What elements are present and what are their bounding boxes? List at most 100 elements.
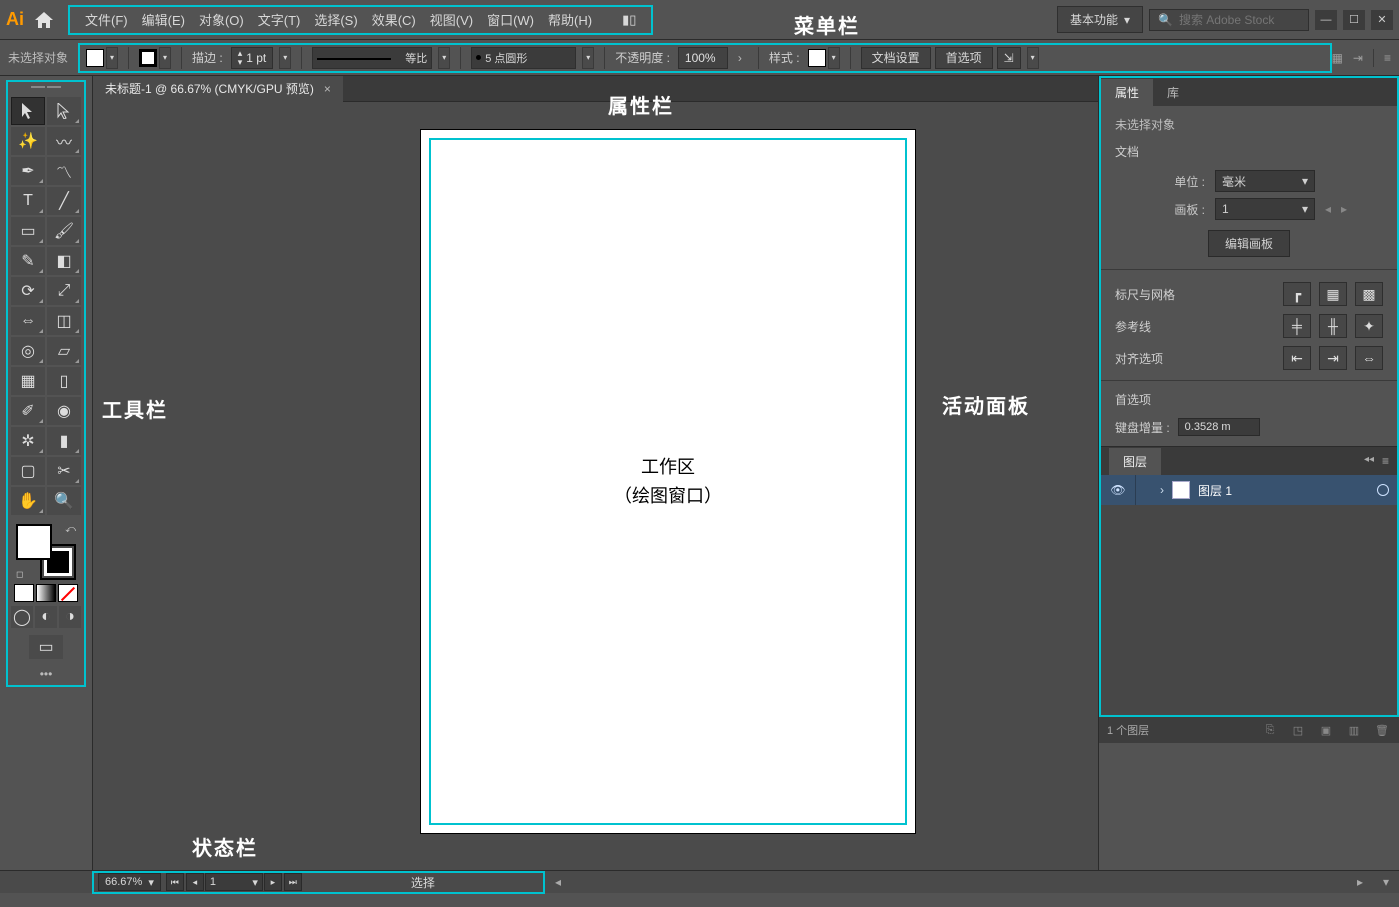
edit-artboard-button[interactable]: 编辑画板 [1208, 230, 1290, 257]
smart-guides-icon[interactable]: ✦ [1355, 314, 1383, 338]
menu-object[interactable]: 对象(O) [192, 10, 251, 29]
free-transform-tool[interactable]: ◫ [47, 307, 81, 335]
draw-behind-icon[interactable]: ◐ [35, 606, 57, 628]
color-mode-none[interactable] [58, 584, 78, 602]
eyedropper-tool[interactable]: ✐ [11, 397, 45, 425]
grid-icon[interactable]: ▦ [1319, 282, 1347, 306]
pen-tool[interactable]: ✒ [11, 157, 45, 185]
chevron-down-icon[interactable]: ▾ [828, 47, 840, 69]
line-segment-tool[interactable]: ╱ [47, 187, 81, 215]
draw-normal-icon[interactable]: ◯ [11, 606, 33, 628]
window-close-icon[interactable]: ✕ [1371, 10, 1393, 30]
selection-tool[interactable] [11, 97, 45, 125]
shaper-tool[interactable]: ✎ [11, 247, 45, 275]
color-mode-solid[interactable] [14, 584, 34, 602]
eraser-tool[interactable]: ◧ [47, 247, 81, 275]
window-minimize-icon[interactable]: — [1315, 10, 1337, 30]
panel-menu-icon[interactable]: ≡ [1382, 454, 1389, 468]
default-fill-stroke-icon[interactable]: ◻ [16, 569, 23, 580]
menu-type[interactable]: 文字(T) [251, 10, 308, 29]
chevron-down-icon[interactable]: ▾ [159, 47, 171, 69]
align-options-icon[interactable]: ⇥ [1353, 51, 1363, 65]
stroke-swatch[interactable]: ▾ [139, 47, 171, 69]
column-graph-tool[interactable]: ▮ [47, 427, 81, 455]
hand-tool[interactable]: ✋ [11, 487, 45, 515]
preferences-button[interactable]: 首选项 [935, 47, 993, 69]
menu-window[interactable]: 窗口(W) [480, 10, 541, 29]
shape-builder-tool[interactable]: ◎ [11, 337, 45, 365]
menu-file[interactable]: 文件(F) [78, 10, 135, 29]
perspective-grid-tool[interactable]: ▱ [47, 337, 81, 365]
doc-setup-button[interactable]: 文档设置 [861, 47, 931, 69]
rotate-tool[interactable]: ⟳ [11, 277, 45, 305]
workspace-switcher[interactable]: 基本功能 ▾ [1057, 6, 1143, 33]
new-layer-icon[interactable]: ▥ [1345, 721, 1363, 739]
opacity-field[interactable]: 100% [678, 47, 728, 69]
stock-search[interactable]: 🔍 [1149, 9, 1309, 31]
paintbrush-tool[interactable]: 🖌 [47, 217, 81, 245]
pin-icon[interactable]: ⇲ [997, 47, 1021, 69]
menu-edit[interactable]: 编辑(E) [135, 10, 192, 29]
symbol-sprayer-tool[interactable]: ✲ [11, 427, 45, 455]
align-icon[interactable]: ▦ [1332, 51, 1343, 65]
artboard-nav-dropdown[interactable]: 1▾ [205, 873, 263, 891]
new-sublayer-icon[interactable]: ▣ [1317, 721, 1335, 739]
menu-help[interactable]: 帮助(H) [541, 10, 599, 29]
chevron-down-icon[interactable]: ▾ [582, 47, 594, 69]
artboard[interactable]: 工作区 （绘图窗口） [421, 130, 915, 833]
visibility-icon[interactable]: 👁 [1109, 483, 1127, 497]
prev-artboard-icon[interactable]: ◂ [1325, 202, 1331, 216]
width-tool[interactable]: ⇔ [11, 307, 45, 335]
color-mode-gradient[interactable] [36, 584, 56, 602]
unit-dropdown[interactable]: 毫米▾ [1215, 170, 1315, 192]
layer-row[interactable]: 👁 › 图层 1 [1101, 475, 1397, 505]
list-icon[interactable]: ≡ [1384, 51, 1391, 65]
chevron-down-icon[interactable]: ▾ [438, 47, 450, 69]
screen-mode-icon[interactable]: ▭ [29, 635, 63, 659]
opacity-fly-icon[interactable]: › [738, 51, 742, 65]
chevron-down-icon[interactable]: ▾ [106, 47, 118, 69]
stepper-icon[interactable]: ▴▾ [238, 49, 243, 67]
fill-box[interactable] [16, 524, 52, 560]
zoom-tool[interactable]: 🔍 [47, 487, 81, 515]
fill-stroke-control[interactable]: ⤺ ◻ [16, 524, 76, 580]
panel-collapse-icon[interactable]: ◂◂ [1364, 454, 1374, 468]
transparency-grid-icon[interactable]: ▩ [1355, 282, 1383, 306]
swap-fill-stroke-icon[interactable]: ⤺ [65, 524, 76, 535]
guides-lock-icon[interactable]: ╫ [1319, 314, 1347, 338]
graphic-style-swatch[interactable]: ▾ [808, 47, 840, 69]
tab-layers[interactable]: 图层 [1109, 448, 1161, 475]
status-tool-label[interactable]: 选择 [303, 874, 543, 891]
ruler-icon[interactable]: ┏ [1283, 282, 1311, 306]
edit-toolbar-icon[interactable]: ••• [40, 667, 53, 681]
menu-view[interactable]: 视图(V) [423, 10, 480, 29]
menu-select[interactable]: 选择(S) [307, 10, 364, 29]
layer-name[interactable]: 图层 1 [1198, 482, 1232, 499]
locate-object-icon[interactable]: ⎘ [1261, 721, 1279, 739]
artboard-tool[interactable]: ▢ [11, 457, 45, 485]
make-clip-icon[interactable]: ◳ [1289, 721, 1307, 739]
snap-point-icon[interactable]: ⇥ [1319, 346, 1347, 370]
scroll-right-icon[interactable]: ▸ [1357, 875, 1363, 889]
scroll-down-icon[interactable]: ▾ [1383, 875, 1389, 889]
next-artboard-icon[interactable]: ▸ [264, 873, 282, 891]
magic-wand-tool[interactable]: ✨ [11, 127, 45, 155]
tab-properties[interactable]: 属性 [1101, 79, 1153, 106]
tab-libraries[interactable]: 库 [1153, 79, 1193, 106]
last-artboard-icon[interactable]: ⏭ [284, 873, 302, 891]
prev-artboard-icon[interactable]: ◂ [186, 873, 204, 891]
arrange-docs-icon[interactable]: ▮▯ [615, 12, 643, 28]
keyboard-increment-field[interactable] [1178, 418, 1260, 436]
snap-grid-icon[interactable]: ⇔ [1355, 346, 1383, 370]
blend-tool[interactable]: ◉ [47, 397, 81, 425]
artboard-dropdown[interactable]: 1▾ [1215, 198, 1315, 220]
zoom-dropdown[interactable]: 66.67%▾ [98, 873, 161, 891]
home-icon[interactable] [32, 8, 56, 32]
target-icon[interactable] [1377, 484, 1389, 496]
first-artboard-icon[interactable]: ⏮ [166, 873, 184, 891]
scroll-left-icon[interactable]: ◂ [555, 875, 561, 889]
stroke-weight-dd[interactable]: ▾ [279, 47, 291, 69]
document-tab[interactable]: 未标题-1 @ 66.67% (CMYK/GPU 预览) × [93, 76, 343, 102]
direct-selection-tool[interactable] [47, 97, 81, 125]
menu-effect[interactable]: 效果(C) [365, 10, 423, 29]
